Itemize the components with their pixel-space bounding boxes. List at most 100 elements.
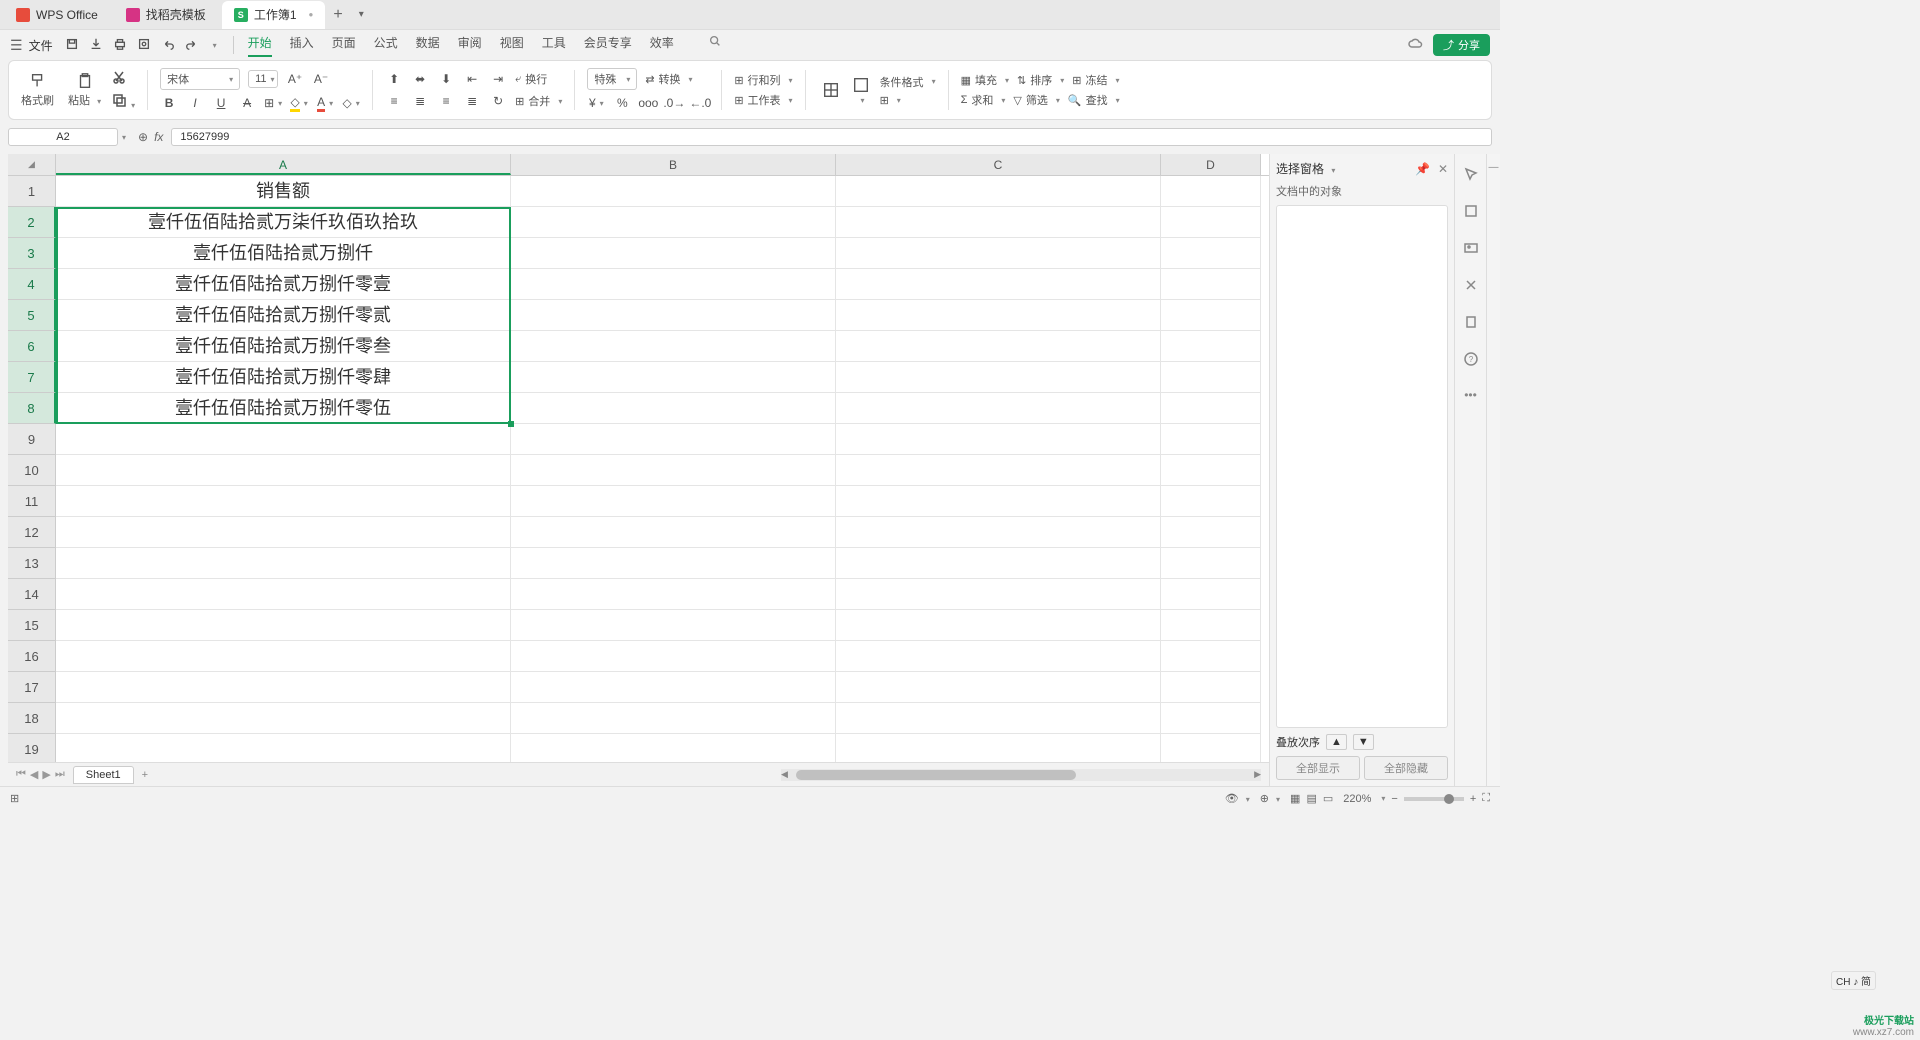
orientation-icon[interactable]: ↻ — [489, 92, 507, 110]
menu-tab-efficiency[interactable]: 效率 — [650, 34, 674, 57]
row-header[interactable]: 18 — [8, 703, 56, 734]
cell[interactable] — [1161, 300, 1261, 331]
select-tool-icon[interactable] — [1463, 166, 1479, 185]
zoom-dropdown[interactable]: ▾ — [1381, 794, 1385, 803]
row-header[interactable]: 6 — [8, 331, 56, 362]
cell[interactable]: 壹仟伍佰陆拾贰万捌仟零壹 — [56, 269, 511, 300]
comma-icon[interactable]: ooo — [639, 94, 657, 112]
merge-cells-button[interactable]: ⊞ 合并▾ — [515, 93, 562, 109]
font-color-button[interactable]: A▾ — [316, 94, 334, 112]
cell[interactable] — [56, 641, 511, 672]
cell[interactable]: 壹仟伍佰陆拾贰万捌仟零叁 — [56, 331, 511, 362]
menu-tab-review[interactable]: 审阅 — [458, 34, 482, 57]
wrap-text-button[interactable]: ⤶ 换行 — [515, 71, 547, 87]
cell[interactable] — [511, 734, 836, 762]
cut-icon[interactable] — [111, 69, 135, 88]
fill-button[interactable]: ▦ 填充▾ — [961, 72, 1009, 88]
conditional-format-button[interactable]: 条件格式▾ — [880, 74, 936, 90]
cell[interactable] — [836, 672, 1161, 703]
tools-icon[interactable] — [1463, 277, 1479, 296]
menu-tab-home[interactable]: 开始 — [248, 34, 272, 57]
cell[interactable] — [836, 734, 1161, 762]
view-break-icon[interactable]: ▭ — [1323, 792, 1333, 805]
menu-tab-page[interactable]: 页面 — [332, 34, 356, 57]
scrollbar-thumb[interactable] — [796, 770, 1076, 780]
menu-tab-tools[interactable]: 工具 — [542, 34, 566, 57]
cell[interactable] — [56, 486, 511, 517]
row-header[interactable]: 8 — [8, 393, 56, 424]
align-middle-icon[interactable]: ⬌ — [411, 70, 429, 88]
row-header[interactable]: 11 — [8, 486, 56, 517]
bold-button[interactable]: B — [160, 94, 178, 112]
more-icon[interactable]: ••• — [1464, 388, 1477, 402]
file-menu[interactable]: 文件 — [29, 37, 53, 54]
row-header[interactable]: 10 — [8, 455, 56, 486]
row-header[interactable]: 5 — [8, 300, 56, 331]
stacking-order-control[interactable]: 叠放次序 ▲ ▼ — [1276, 734, 1448, 750]
sum-button[interactable]: Σ 求和▾ — [961, 92, 1006, 108]
fx-icon[interactable]: fx — [154, 130, 163, 144]
rows-cols-button[interactable]: ⊞ 行和列▾ — [734, 72, 792, 88]
qat-dropdown[interactable]: ▾ — [213, 41, 217, 50]
strikethrough-button[interactable]: A — [238, 94, 256, 112]
cell[interactable]: 壹仟伍佰陆拾贰万捌仟零贰 — [56, 300, 511, 331]
name-box[interactable]: A2 — [8, 128, 118, 146]
view-normal-icon[interactable]: ▦ — [1290, 792, 1300, 805]
align-right-icon[interactable]: ≡ — [437, 92, 455, 110]
row-header[interactable]: 16 — [8, 641, 56, 672]
cloud-icon[interactable] — [1407, 36, 1423, 55]
cell[interactable] — [836, 362, 1161, 393]
cell[interactable]: 销售额 — [56, 176, 511, 207]
cell[interactable] — [836, 269, 1161, 300]
number-format-select[interactable]: 特殊▾ — [587, 68, 637, 90]
ime-badge[interactable]: CH ♪ 简 — [1831, 971, 1876, 990]
cell[interactable] — [1161, 517, 1261, 548]
cell[interactable] — [56, 734, 511, 762]
cell[interactable] — [1161, 238, 1261, 269]
collapse-rail-icon[interactable]: — — [1489, 162, 1499, 173]
font-size-select[interactable]: 11▾ — [248, 70, 278, 88]
cell[interactable] — [511, 176, 836, 207]
sheet-nav-last[interactable]: ⏭ — [55, 768, 65, 781]
pin-icon[interactable]: 📌 — [1415, 162, 1430, 176]
cell-grid[interactable]: 销售额 壹仟伍佰陆拾贰万柒仟玖佰玖拾玖 壹仟伍佰陆拾贰万捌仟 壹仟伍佰陆拾贰万捌… — [56, 176, 1261, 762]
cell[interactable] — [836, 579, 1161, 610]
decrease-font-icon[interactable]: A⁻ — [312, 70, 330, 88]
cell[interactable] — [511, 300, 836, 331]
status-mode-icon[interactable]: ⊞ — [10, 792, 19, 805]
align-justify-icon[interactable]: ≣ — [463, 92, 481, 110]
cell[interactable] — [1161, 207, 1261, 238]
row-header[interactable]: 12 — [8, 517, 56, 548]
cell[interactable] — [511, 424, 836, 455]
decrease-decimal-icon[interactable]: ←.0 — [691, 94, 709, 112]
sort-button[interactable]: ⇅ 排序▾ — [1017, 72, 1064, 88]
cell[interactable] — [1161, 610, 1261, 641]
cell[interactable] — [56, 703, 511, 734]
expand-fx-icon[interactable]: ⊕ — [138, 130, 148, 144]
percent-icon[interactable]: % — [613, 94, 631, 112]
share-button[interactable]: ⤴ 分享 — [1433, 34, 1490, 56]
hamburger-icon[interactable]: ☰ — [10, 37, 23, 54]
zoom-value[interactable]: 220% — [1343, 793, 1371, 805]
cell[interactable] — [511, 238, 836, 269]
align-top-icon[interactable]: ⬆ — [385, 70, 403, 88]
copy-icon[interactable]: ▾ — [111, 92, 135, 111]
find-button[interactable]: 🔍 查找▾ — [1068, 92, 1120, 108]
row-header[interactable]: 17 — [8, 672, 56, 703]
column-header-c[interactable]: C — [836, 154, 1161, 175]
cell[interactable] — [836, 331, 1161, 362]
cell[interactable] — [56, 455, 511, 486]
cell[interactable] — [836, 300, 1161, 331]
help-icon[interactable]: ? — [1463, 351, 1479, 370]
menu-tab-vip[interactable]: 会员专享 — [584, 34, 632, 57]
column-header-d[interactable]: D — [1161, 154, 1261, 175]
align-bottom-icon[interactable]: ⬇ — [437, 70, 455, 88]
cell[interactable] — [511, 207, 836, 238]
paste-button[interactable]: 粘贴 ▾ — [64, 70, 105, 110]
cell[interactable]: 壹仟伍佰陆拾贰万柒仟玖佰玖拾玖 — [56, 207, 511, 238]
cell[interactable] — [1161, 331, 1261, 362]
bookmark-icon[interactable] — [1463, 314, 1479, 333]
sidepanel-list[interactable] — [1276, 205, 1448, 728]
cell[interactable] — [511, 672, 836, 703]
cell[interactable] — [1161, 734, 1261, 762]
